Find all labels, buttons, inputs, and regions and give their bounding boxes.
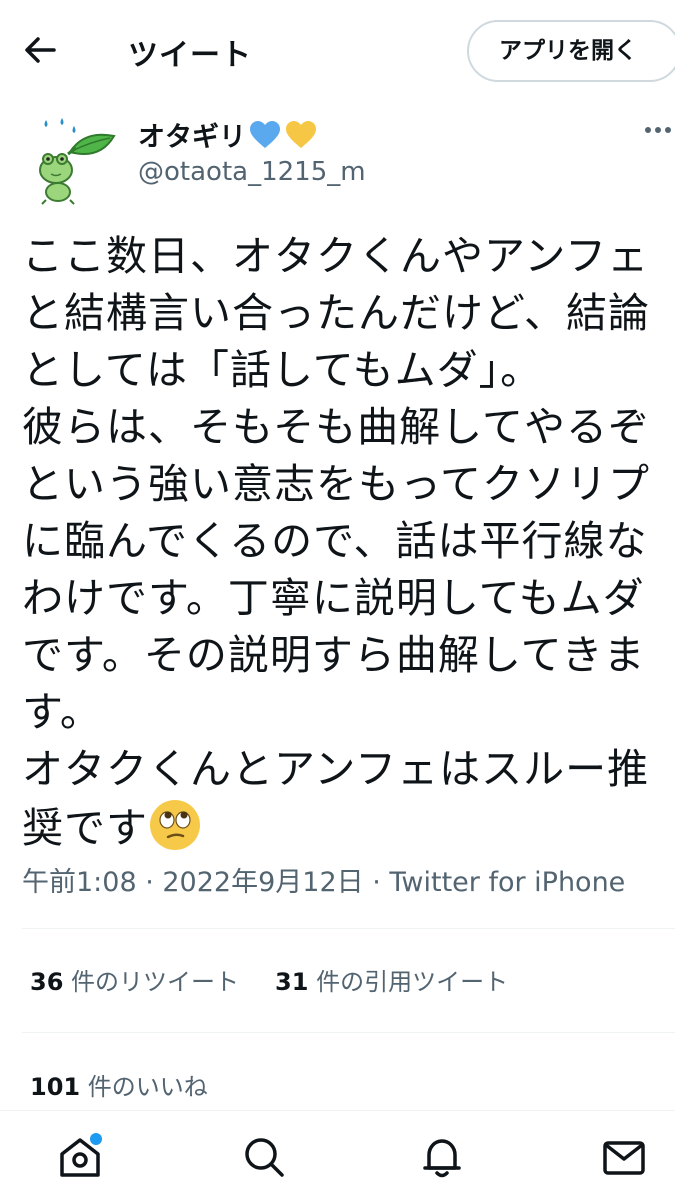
bottom-nav: [0, 1110, 675, 1200]
likes-count: 101: [30, 1073, 81, 1101]
notifications-icon[interactable]: [418, 1133, 466, 1181]
engagement-stats: 36 件のリツイート 31 件の引用ツイート: [30, 962, 508, 997]
open-app-button[interactable]: アプリを開く: [467, 20, 675, 82]
likes-link[interactable]: 101 件のいいね: [30, 1067, 208, 1102]
author-name-text: オタギリ: [138, 122, 246, 153]
top-bar: ツイート アプリを開く: [0, 0, 675, 100]
likes-label: 件のいいね: [80, 1073, 208, 1101]
messages-icon[interactable]: [600, 1133, 648, 1181]
tweet-body-text: ここ数日、オタクくんやアンフェ と結構言い合ったんだけど、結論 としては「話して…: [22, 232, 650, 852]
avatar[interactable]: [18, 112, 118, 212]
notification-dot: [90, 1133, 102, 1145]
eye-roll-face-icon: [148, 798, 202, 852]
tweet-text: ここ数日、オタクくんやアンフェ と結構言い合ったんだけど、結論 としては「話して…: [22, 228, 662, 857]
search-icon[interactable]: [240, 1133, 288, 1181]
author-handle[interactable]: @otaota_1215_m: [138, 157, 366, 187]
quotes-count: 31: [275, 968, 309, 996]
blue-heart-icon: [248, 120, 282, 150]
retweets-link[interactable]: 36 件のリツイート: [30, 968, 239, 996]
retweets-label: 件のリツイート: [63, 968, 240, 996]
yellow-heart-icon: [284, 120, 318, 150]
page-title: ツイート: [128, 38, 252, 73]
retweets-count: 36: [30, 968, 64, 996]
author-name[interactable]: オタギリ: [138, 115, 318, 154]
divider: [22, 1032, 675, 1033]
quote-tweets-link[interactable]: 31 件の引用ツイート: [275, 968, 508, 996]
tweet-page: ツイート アプリを開く オタギリ @otaota_1215_m ここ数日、オタク…: [0, 0, 675, 1200]
quotes-label: 件の引用ツイート: [308, 968, 509, 996]
back-arrow-icon[interactable]: [22, 30, 58, 70]
divider: [22, 928, 675, 929]
tweet-timestamp[interactable]: 午前1:08 · 2022年9月12日 · Twitter for iPhone: [22, 860, 625, 899]
more-options-icon[interactable]: [645, 118, 675, 148]
